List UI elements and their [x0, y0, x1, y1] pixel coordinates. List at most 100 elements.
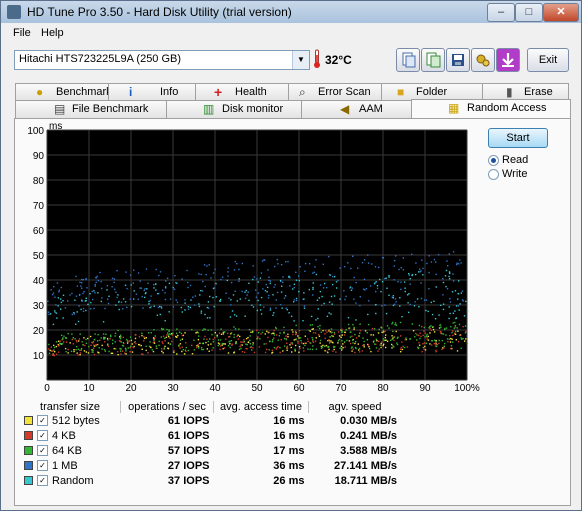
scatter-point	[332, 276, 334, 278]
scatter-point	[276, 291, 279, 294]
scatter-point	[230, 304, 232, 306]
scatter-point	[397, 336, 399, 338]
scatter-point	[348, 340, 351, 342]
scatter-point	[401, 348, 404, 351]
scatter-point	[230, 281, 233, 284]
access-time-value: 36 ms	[273, 459, 305, 472]
scatter-point	[302, 320, 304, 322]
scatter-point	[442, 294, 444, 296]
scatter-point	[457, 305, 460, 307]
series-checkbox[interactable]: ✓	[37, 445, 48, 457]
scatter-point	[197, 332, 199, 334]
scatter-point	[181, 278, 183, 280]
scatter-point	[298, 337, 300, 339]
scatter-point	[388, 276, 390, 278]
scatter-point	[386, 325, 389, 327]
series-color-swatch	[24, 416, 33, 426]
scatter-point	[149, 341, 151, 343]
scatter-point	[358, 349, 360, 351]
scatter-point	[156, 292, 159, 295]
series-checkbox[interactable]: ✓	[37, 475, 48, 487]
scatter-point	[264, 289, 267, 292]
scatter-point	[204, 335, 206, 338]
scatter-point	[154, 337, 156, 339]
start-button[interactable]: Start	[488, 128, 548, 148]
scatter-point	[335, 281, 338, 283]
scatter-point	[234, 328, 237, 330]
scatter-point	[202, 280, 204, 283]
scatter-point	[89, 335, 92, 338]
series-checkbox[interactable]: ✓	[37, 430, 48, 442]
scatter-point	[285, 307, 287, 309]
scatter-point	[313, 271, 315, 273]
series-checkbox[interactable]: ✓	[37, 415, 48, 427]
scatter-point	[398, 268, 400, 271]
scatter-point	[384, 277, 386, 280]
scatter-point	[270, 333, 273, 335]
scatter-point	[464, 325, 467, 327]
scatter-point	[352, 342, 354, 344]
scatter-point	[104, 350, 107, 352]
write-radio[interactable]: Write	[488, 168, 558, 182]
scatter-point	[191, 328, 193, 331]
scatter-point	[283, 332, 285, 334]
scatter-point	[85, 338, 87, 341]
scatter-point	[331, 331, 333, 333]
read-radio[interactable]: Read	[488, 154, 558, 168]
scatter-point	[67, 352, 69, 354]
scatter-point	[426, 262, 428, 265]
scatter-point	[62, 338, 64, 340]
scatter-point	[198, 273, 200, 275]
scatter-point	[57, 351, 60, 353]
scatter-point	[150, 295, 152, 297]
x-tick-label: 50	[251, 383, 263, 394]
scatter-point	[113, 278, 116, 280]
scatter-point	[63, 335, 65, 337]
scatter-point	[352, 339, 354, 341]
scatter-point	[325, 344, 328, 347]
scatter-point	[195, 332, 197, 334]
scatter-point	[97, 279, 100, 282]
scatter-point	[385, 334, 387, 336]
scatter-point	[312, 294, 314, 296]
scatter-point	[108, 350, 110, 353]
scatter-point	[414, 301, 416, 303]
scatter-point	[126, 306, 128, 309]
scatter-point	[111, 277, 114, 280]
scatter-point	[221, 276, 224, 278]
scatter-point	[267, 297, 270, 299]
scatter-point	[416, 334, 418, 336]
scatter-point	[404, 338, 406, 341]
scatter-point	[255, 296, 258, 298]
scatter-point	[394, 322, 397, 324]
scatter-point	[456, 327, 458, 329]
scatter-point	[143, 337, 146, 340]
scatter-point	[80, 349, 82, 351]
series-checkbox[interactable]: ✓	[37, 460, 48, 472]
scatter-point	[275, 307, 277, 309]
scatter-point	[312, 345, 314, 347]
scatter-point	[181, 346, 183, 348]
scatter-point	[115, 304, 117, 306]
scatter-point	[304, 344, 306, 347]
scatter-point	[375, 281, 377, 283]
y-tick-label: 50	[33, 251, 45, 262]
scatter-point	[361, 350, 363, 352]
scatter-point	[303, 307, 306, 309]
scatter-point	[358, 335, 360, 337]
results-row: ✓ 512 bytes 61 IOPS 16 ms 0.030 MB/s	[20, 413, 401, 428]
scatter-point	[244, 351, 246, 353]
scatter-point	[85, 300, 87, 302]
scatter-point	[146, 288, 148, 290]
scatter-point	[87, 352, 90, 354]
scatter-point	[160, 306, 162, 308]
scatter-point	[425, 335, 428, 337]
scatter-point	[279, 332, 281, 334]
scatter-point	[155, 289, 157, 291]
scatter-point	[294, 350, 296, 352]
scatter-point	[423, 326, 425, 329]
scatter-point	[295, 338, 297, 340]
scatter-point	[168, 282, 171, 285]
y-tick-label: 30	[33, 301, 45, 312]
scatter-point	[428, 271, 430, 274]
